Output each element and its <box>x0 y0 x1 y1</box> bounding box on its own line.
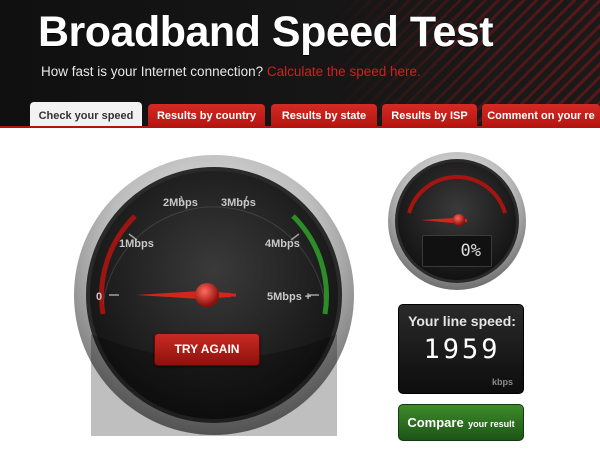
try-again-button[interactable]: TRY AGAIN <box>154 333 260 366</box>
tab-results-by-isp[interactable]: Results by ISP <box>382 104 477 128</box>
gauge-label-0: 0 <box>96 291 103 303</box>
gauge-label-3mbps: 3Mbps <box>221 197 256 209</box>
compare-sublabel: your result <box>468 419 515 429</box>
gauge-label-4mbps: 4Mbps <box>265 238 300 250</box>
progress-gauge-dial <box>388 152 526 290</box>
tab-comment-on-your-result[interactable]: Comment on your re <box>482 104 600 128</box>
line-speed-panel: Your line speed: 1959 kbps <box>398 304 524 394</box>
gauge-label-5mbps: 5Mbps + <box>267 291 312 303</box>
tab-results-by-state[interactable]: Results by state <box>271 104 377 128</box>
tab-underline <box>0 126 600 128</box>
tab-bar: Check your speed Results by country Resu… <box>0 102 600 128</box>
speed-gauge-dial <box>74 155 354 436</box>
site-header: Broadband Speed Test How fast is your In… <box>0 0 600 128</box>
tab-check-your-speed[interactable]: Check your speed <box>30 102 142 128</box>
progress-percent-display: 0% <box>422 235 492 267</box>
tab-results-by-country[interactable]: Results by country <box>148 104 265 128</box>
speed-gauge: 0 1Mbps 2Mbps 3Mbps 4Mbps 5Mbps + TRY AG… <box>73 154 355 436</box>
gauge-label-2mbps: 2Mbps <box>163 197 198 209</box>
header-subtitle: How fast is your Internet connection? Ca… <box>41 64 421 79</box>
compare-label: Compare <box>407 415 464 430</box>
compare-result-button[interactable]: Compare your result <box>398 404 524 441</box>
main-content: 0 1Mbps 2Mbps 3Mbps 4Mbps 5Mbps + TRY AG… <box>0 129 600 457</box>
gauge-label-1mbps: 1Mbps <box>119 238 154 250</box>
subtitle-text: How fast is your Internet connection? <box>41 64 264 79</box>
line-speed-value: 1959 <box>423 334 501 365</box>
line-speed-title: Your line speed: <box>408 313 516 329</box>
page-title: Broadband Speed Test <box>38 8 494 56</box>
calculate-speed-link[interactable]: Calculate the speed here. <box>267 64 421 79</box>
line-speed-unit: kbps <box>491 377 513 387</box>
progress-gauge: 0% <box>387 151 527 291</box>
